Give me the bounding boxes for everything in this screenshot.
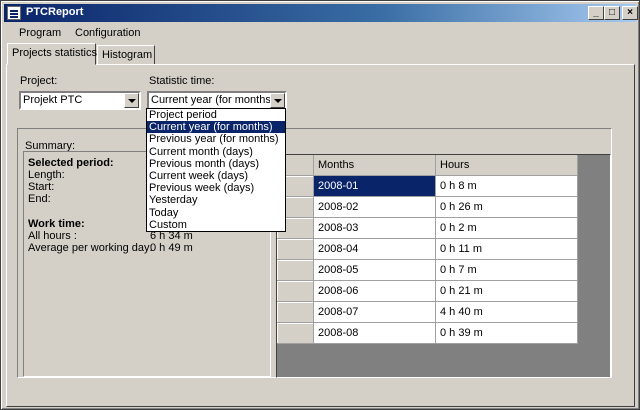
hours-cell[interactable]: 4 h 40 m (436, 302, 578, 323)
statistic-time-dropdown-list[interactable]: Project period Current year (for months) P… (146, 108, 286, 232)
project-value: Projekt PTC (23, 94, 83, 106)
months-data-grid[interactable]: Months Hours 2008-01 0 h 8 m 2008-02 0 h 26… (276, 154, 611, 378)
length-label: Length: (28, 169, 65, 181)
average-per-day-value: 0 h 49 m (150, 242, 193, 254)
project-combobox[interactable]: Projekt PTC (19, 91, 141, 110)
window-title: PTCReport (26, 6, 84, 18)
close-button[interactable]: × (622, 6, 638, 20)
average-per-day-label: Average per working day: (28, 242, 153, 254)
month-cell[interactable]: 2008-01 (314, 176, 436, 197)
all-hours-label: All hours : (28, 230, 77, 242)
app-window: PTCReport _ □ × Program Configuration Pr… (0, 0, 640, 410)
end-label: End: (28, 193, 51, 205)
dropdown-option[interactable]: Current month (days) (147, 146, 285, 158)
start-label: Start: (28, 181, 55, 193)
month-cell[interactable]: 2008-08 (314, 323, 436, 344)
month-cell[interactable]: 2008-05 (314, 260, 436, 281)
dropdown-option[interactable]: Previous week (days) (147, 182, 285, 194)
app-icon (7, 6, 21, 20)
hours-cell[interactable]: 0 h 26 m (436, 197, 578, 218)
hours-cell[interactable]: 0 h 8 m (436, 176, 578, 197)
menu-program[interactable]: Program (19, 27, 61, 39)
hours-cell[interactable]: 0 h 11 m (436, 239, 578, 260)
month-cell[interactable]: 2008-04 (314, 239, 436, 260)
month-cell[interactable]: 2008-06 (314, 281, 436, 302)
dropdown-option[interactable]: Yesterday (147, 194, 285, 206)
chevron-down-icon[interactable] (124, 93, 139, 108)
hours-cell[interactable]: 0 h 7 m (436, 260, 578, 281)
statistic-time-label: Statistic time: (149, 75, 215, 87)
month-cell[interactable]: 2008-03 (314, 218, 436, 239)
column-header-months[interactable]: Months (314, 155, 436, 176)
statistic-time-value: Current year (for months) (151, 94, 275, 106)
dropdown-option[interactable]: Today (147, 207, 285, 219)
hours-cell[interactable]: 0 h 39 m (436, 323, 578, 344)
title-bar[interactable]: PTCReport _ □ × (4, 4, 638, 22)
maximize-button[interactable]: □ (604, 6, 620, 20)
row-header[interactable] (277, 260, 314, 281)
row-header[interactable] (277, 323, 314, 344)
month-cell[interactable]: 2008-07 (314, 302, 436, 323)
menu-configuration[interactable]: Configuration (75, 27, 140, 39)
row-header[interactable] (277, 302, 314, 323)
menu-bar: Program Configuration (4, 24, 636, 42)
month-cell[interactable]: 2008-02 (314, 197, 436, 218)
row-header[interactable] (277, 281, 314, 302)
tab-projects-statistics[interactable]: Projects statistics (7, 43, 97, 65)
dropdown-option[interactable]: Previous year (for months) (147, 133, 285, 145)
selected-period-heading: Selected period: (28, 157, 114, 169)
work-time-heading: Work time: (28, 218, 85, 230)
dropdown-option[interactable]: Project period (147, 109, 285, 121)
hours-cell[interactable]: 0 h 2 m (436, 218, 578, 239)
minimize-button[interactable]: _ (588, 6, 604, 20)
dropdown-option[interactable]: Custom (147, 219, 285, 231)
dropdown-option[interactable]: Previous month (days) (147, 158, 285, 170)
column-header-hours[interactable]: Hours (436, 155, 578, 176)
chevron-down-icon[interactable] (270, 93, 285, 108)
row-header[interactable] (277, 239, 314, 260)
project-label: Project: (20, 75, 58, 87)
hours-cell[interactable]: 0 h 21 m (436, 281, 578, 302)
dropdown-option[interactable]: Current week (days) (147, 170, 285, 182)
tab-histogram[interactable]: Histogram (97, 45, 155, 65)
dropdown-option[interactable]: Current year (for months) (147, 121, 285, 134)
